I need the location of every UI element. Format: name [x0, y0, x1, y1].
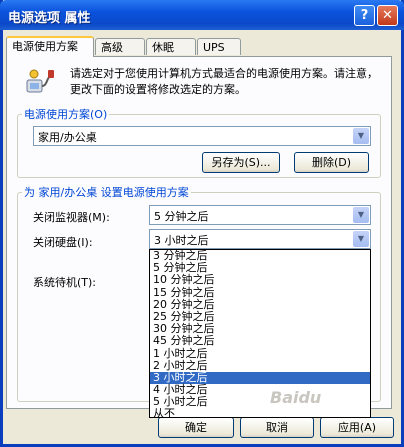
list-item[interactable]: 5 小时之后 — [150, 396, 370, 408]
scheme-select-value: 家用/办公桌 — [38, 131, 97, 144]
save-as-button[interactable]: 另存为(S)... — [202, 152, 280, 173]
disk-select[interactable]: 3 小时之后 ▼ — [149, 229, 371, 249]
chevron-down-icon[interactable]: ▼ — [353, 231, 369, 247]
watermark: Baidu — [270, 388, 322, 407]
help-button[interactable]: ? — [354, 5, 375, 26]
monitor-select-value: 5 分钟之后 — [154, 210, 209, 223]
tab-power-schemes[interactable]: 电源使用方案 — [6, 36, 94, 57]
tab-advanced[interactable]: 高级 — [95, 38, 145, 55]
disk-select-value: 3 小时之后 — [154, 234, 209, 247]
apply-button[interactable]: 应用(A) — [320, 417, 394, 438]
list-item[interactable]: 从不 — [150, 408, 370, 417]
monitor-label: 关闭监视器(M): — [33, 211, 110, 224]
list-item[interactable]: 1 小时之后 — [150, 347, 370, 360]
close-button[interactable]: ✕ — [377, 5, 398, 26]
disk-label: 关闭硬盘(I): — [33, 236, 93, 249]
disk-dropdown-list: 3 分钟之后 5 分钟之后 10 分钟之后 15 分钟之后 20 分钟之后 25… — [149, 249, 371, 418]
scheme-select[interactable]: 家用/办公桌 ▼ — [33, 126, 371, 146]
title-bar[interactable]: 电源选项 属性 ? ✕ — [0, 0, 404, 30]
standby-label: 系统待机(T): — [33, 276, 97, 289]
list-item[interactable]: 15 分钟之后 — [150, 286, 370, 299]
list-item[interactable]: 10 分钟之后 — [150, 274, 370, 286]
chevron-down-icon[interactable]: ▼ — [353, 207, 369, 223]
window-title: 电源选项 属性 — [8, 11, 91, 26]
ok-button[interactable]: 确定 — [158, 417, 234, 438]
tab-ups[interactable]: UPS — [197, 38, 241, 55]
info-text: 请选定对于您使用计算机方式最适合的电源使用方案。请注意，更改下面的设置将修改选定… — [70, 67, 378, 96]
settings-group-legend: 为 家用/办公桌 设置电源使用方案 — [24, 186, 189, 199]
scheme-group-legend: 电源使用方案(O) — [24, 108, 108, 121]
cancel-button[interactable]: 取消 — [240, 417, 314, 438]
power-plug-icon — [26, 69, 54, 93]
monitor-select[interactable]: 5 分钟之后 ▼ — [149, 205, 371, 225]
chevron-down-icon[interactable]: ▼ — [353, 128, 369, 144]
delete-button[interactable]: 删除(D) — [294, 152, 369, 173]
list-item[interactable]: 45 分钟之后 — [150, 335, 370, 347]
tab-hibernate[interactable]: 休眠 — [146, 38, 196, 55]
